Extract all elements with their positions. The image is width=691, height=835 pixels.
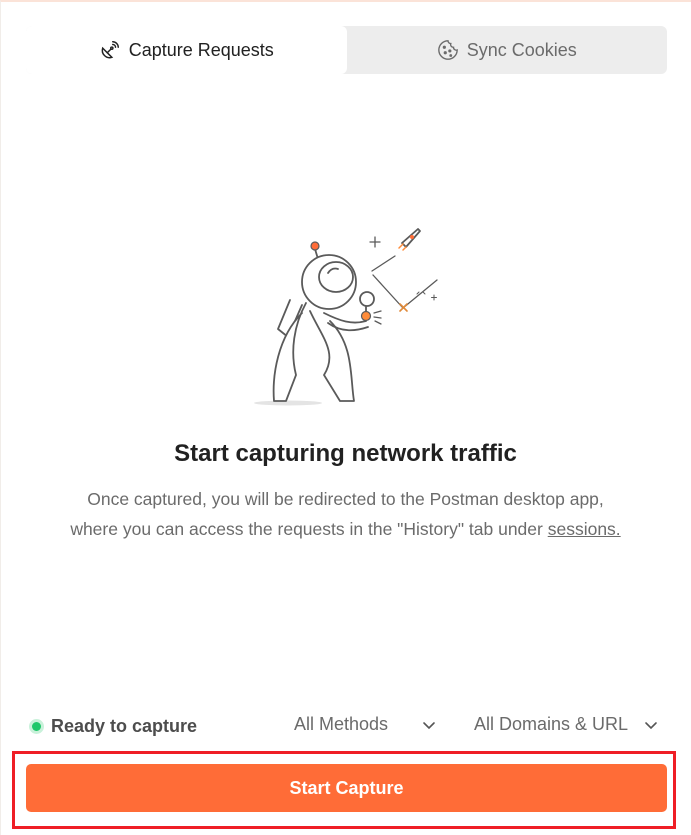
chevron-down-icon [423, 721, 435, 729]
status-label: Ready to capture [51, 716, 198, 736]
start-capture-button[interactable]: Start Capture [26, 764, 667, 812]
capture-status: Ready to capture [32, 716, 197, 737]
tab-capture-requests-label: Capture Requests [128, 39, 274, 60]
capture-panel [0, 0, 691, 835]
status-dot-icon [32, 722, 41, 731]
methods-filter-label: All Methods [294, 714, 389, 734]
astronaut-illustration [254, 228, 438, 406]
domains-filter-label: All Domains & URL [474, 714, 629, 734]
methods-filter-dropdown[interactable]: All Methods [294, 714, 436, 735]
description-line-2-text: where you can access the requests in the… [70, 519, 548, 539]
tab-bar: Capture Requests Sync Cookies [26, 26, 667, 74]
tab-sync-cookies[interactable]: Sync Cookies [347, 26, 668, 74]
sessions-link[interactable]: sessions. [548, 519, 621, 539]
chevron-down-icon [645, 721, 657, 729]
description-line-2: where you can access the requests in the… [40, 514, 651, 544]
tab-capture-requests[interactable]: Capture Requests [26, 26, 347, 74]
tab-sync-cookies-label: Sync Cookies [466, 39, 577, 60]
cookie-icon [437, 40, 458, 60]
empty-state-description: Once captured, you will be redirected to… [40, 484, 651, 544]
empty-state-heading: Start capturing network traffic [174, 440, 517, 467]
satellite-icon [101, 41, 119, 59]
domains-filter-dropdown[interactable]: All Domains & URL [474, 714, 658, 735]
description-line-1: Once captured, you will be redirected to… [87, 489, 604, 509]
